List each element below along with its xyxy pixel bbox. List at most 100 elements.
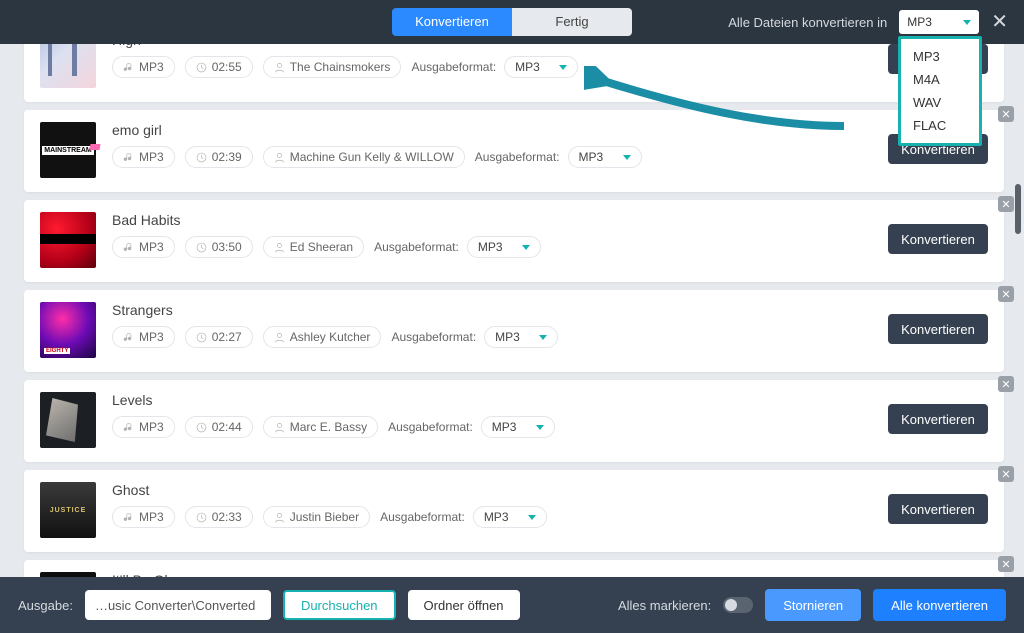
track-meta: Bad Habits MP3 03:50 Ed Sheeran Ausgabef… [112, 212, 872, 258]
track-card: Levels MP3 02:44 Marc E. Bassy Ausgabefo… [24, 380, 1004, 462]
track-chips: MP3 02:27 Ashley Kutcher Ausgabeformat: … [112, 326, 872, 348]
chevron-down-icon [623, 155, 631, 160]
tab-done[interactable]: Fertig [512, 8, 632, 36]
convert-all-button[interactable]: Alle konvertieren [873, 589, 1006, 621]
output-format-label: Ausgabeformat: [391, 330, 476, 344]
chevron-down-icon [536, 425, 544, 430]
output-format-label: Ausgabeformat: [411, 60, 496, 74]
format-dropdown[interactable]: MP3 M4A WAV FLAC [898, 36, 982, 146]
duration-chip: 02:33 [185, 506, 253, 528]
format-chip: MP3 [112, 416, 175, 438]
track-chips: MP3 02:44 Marc E. Bassy Ausgabeformat: M… [112, 416, 872, 438]
artist-chip: Machine Gun Kelly & WILLOW [263, 146, 465, 168]
artist-chip: Justin Bieber [263, 506, 370, 528]
row-format-select[interactable]: MP3 [484, 326, 558, 348]
output-format-label: Ausgabeformat: [475, 150, 560, 164]
row-format-select[interactable]: MP3 [473, 506, 547, 528]
track-card: JUSTICE Ghost MP3 02:33 Justin Bieber Au… [24, 470, 1004, 552]
duration-chip: 03:50 [185, 236, 253, 258]
remove-track-icon[interactable]: ✕ [998, 466, 1014, 482]
output-label: Ausgabe: [18, 598, 73, 613]
format-chip: MP3 [112, 146, 175, 168]
track-title: Levels [112, 392, 872, 408]
album-art [40, 44, 96, 88]
row-format-select[interactable]: MP3 [504, 56, 578, 78]
browse-button[interactable]: Durchsuchen [283, 590, 396, 620]
duration-chip: 02:39 [185, 146, 253, 168]
format-chip: MP3 [112, 326, 175, 348]
format-option-mp3[interactable]: MP3 [901, 45, 979, 68]
format-chip: MP3 [112, 506, 175, 528]
remove-track-icon[interactable]: ✕ [998, 106, 1014, 122]
global-format-select[interactable]: MP3 [899, 10, 979, 34]
convert-button[interactable]: Konvertieren [888, 314, 988, 344]
remove-track-icon[interactable]: ✕ [998, 196, 1014, 212]
track-meta: Ghost MP3 02:33 Justin Bieber Ausgabefor… [112, 482, 872, 528]
track-actions: Konvertieren [888, 212, 988, 254]
open-folder-button[interactable]: Ordner öffnen [408, 590, 520, 620]
scrollbar[interactable] [1015, 184, 1021, 234]
album-art: EIGHTY [40, 302, 96, 358]
artist-chip: Ed Sheeran [263, 236, 364, 258]
global-format-value: MP3 [907, 15, 932, 29]
duration-chip: 02:27 [185, 326, 253, 348]
remove-track-icon[interactable]: ✕ [998, 376, 1014, 392]
remove-track-icon[interactable]: ✕ [998, 556, 1014, 572]
album-art [40, 212, 96, 268]
track-title: High [112, 44, 872, 48]
output-path[interactable]: …usic Converter\Converted [85, 590, 271, 620]
track-chips: MP3 02:33 Justin Bieber Ausgabeformat: M… [112, 506, 872, 528]
convert-button[interactable]: Konvertieren [888, 404, 988, 434]
row-format-select[interactable]: MP3 [481, 416, 555, 438]
track-actions: Konvertieren [888, 482, 988, 524]
row-format-select[interactable]: MP3 [467, 236, 541, 258]
chevron-down-icon [559, 65, 567, 70]
track-title: Strangers [112, 302, 872, 318]
track-card: EIGHTY Strangers MP3 02:27 Ashley Kutche… [24, 290, 1004, 372]
format-option-wav[interactable]: WAV [901, 91, 979, 114]
album-art: MAINSTREAM [40, 122, 96, 178]
format-option-m4a[interactable]: M4A [901, 68, 979, 91]
track-card: It'll Be Okay MP3 03:42 Shawn Mendes Aus… [24, 560, 1004, 577]
chevron-down-icon [963, 20, 971, 25]
track-title: Bad Habits [112, 212, 872, 228]
track-title: emo girl [112, 122, 872, 138]
album-art: JUSTICE [40, 482, 96, 538]
convert-button[interactable]: Konvertieren [888, 224, 988, 254]
track-meta: Strangers MP3 02:27 Ashley Kutcher Ausga… [112, 302, 872, 348]
track-meta: High MP3 02:55 The Chainsmokers Ausgabef… [112, 44, 872, 78]
output-format-label: Ausgabeformat: [388, 420, 473, 434]
track-list: High MP3 02:55 The Chainsmokers Ausgabef… [0, 44, 1024, 577]
duration-chip: 02:44 [185, 416, 253, 438]
format-option-flac[interactable]: FLAC [901, 114, 979, 137]
chevron-down-icon [528, 515, 536, 520]
remove-track-icon[interactable]: ✕ [998, 286, 1014, 302]
format-chip: MP3 [112, 56, 175, 78]
track-card: Bad Habits MP3 03:50 Ed Sheeran Ausgabef… [24, 200, 1004, 282]
chevron-down-icon [522, 245, 530, 250]
tab-convert[interactable]: Konvertieren [392, 8, 512, 36]
top-right-controls: Alle Dateien konvertieren in MP3 ✕ [728, 10, 1008, 34]
track-actions: Konvertieren [888, 392, 988, 434]
row-format-select[interactable]: MP3 [568, 146, 642, 168]
track-actions: Konvertieren [888, 302, 988, 344]
track-chips: MP3 02:39 Machine Gun Kelly & WILLOW Aus… [112, 146, 872, 168]
output-format-label: Ausgabeformat: [380, 510, 465, 524]
track-chips: MP3 02:55 The Chainsmokers Ausgabeformat… [112, 56, 872, 78]
track-chips: MP3 03:50 Ed Sheeran Ausgabeformat: MP3 [112, 236, 872, 258]
convert-button[interactable]: Konvertieren [888, 494, 988, 524]
close-icon[interactable]: ✕ [991, 12, 1008, 32]
bottom-bar: Ausgabe: …usic Converter\Converted Durch… [0, 577, 1024, 633]
format-chip: MP3 [112, 236, 175, 258]
artist-chip: Marc E. Bassy [263, 416, 378, 438]
main-tabs: Konvertieren Fertig [392, 8, 632, 36]
chevron-down-icon [539, 335, 547, 340]
select-all-toggle[interactable] [723, 597, 753, 613]
duration-chip: 02:55 [185, 56, 253, 78]
top-bar: Konvertieren Fertig Alle Dateien konvert… [0, 0, 1024, 44]
output-format-label: Ausgabeformat: [374, 240, 459, 254]
track-card: High MP3 02:55 The Chainsmokers Ausgabef… [24, 44, 1004, 102]
track-title: Ghost [112, 482, 872, 498]
cancel-button[interactable]: Stornieren [765, 589, 861, 621]
track-meta: emo girl MP3 02:39 Machine Gun Kelly & W… [112, 122, 872, 168]
